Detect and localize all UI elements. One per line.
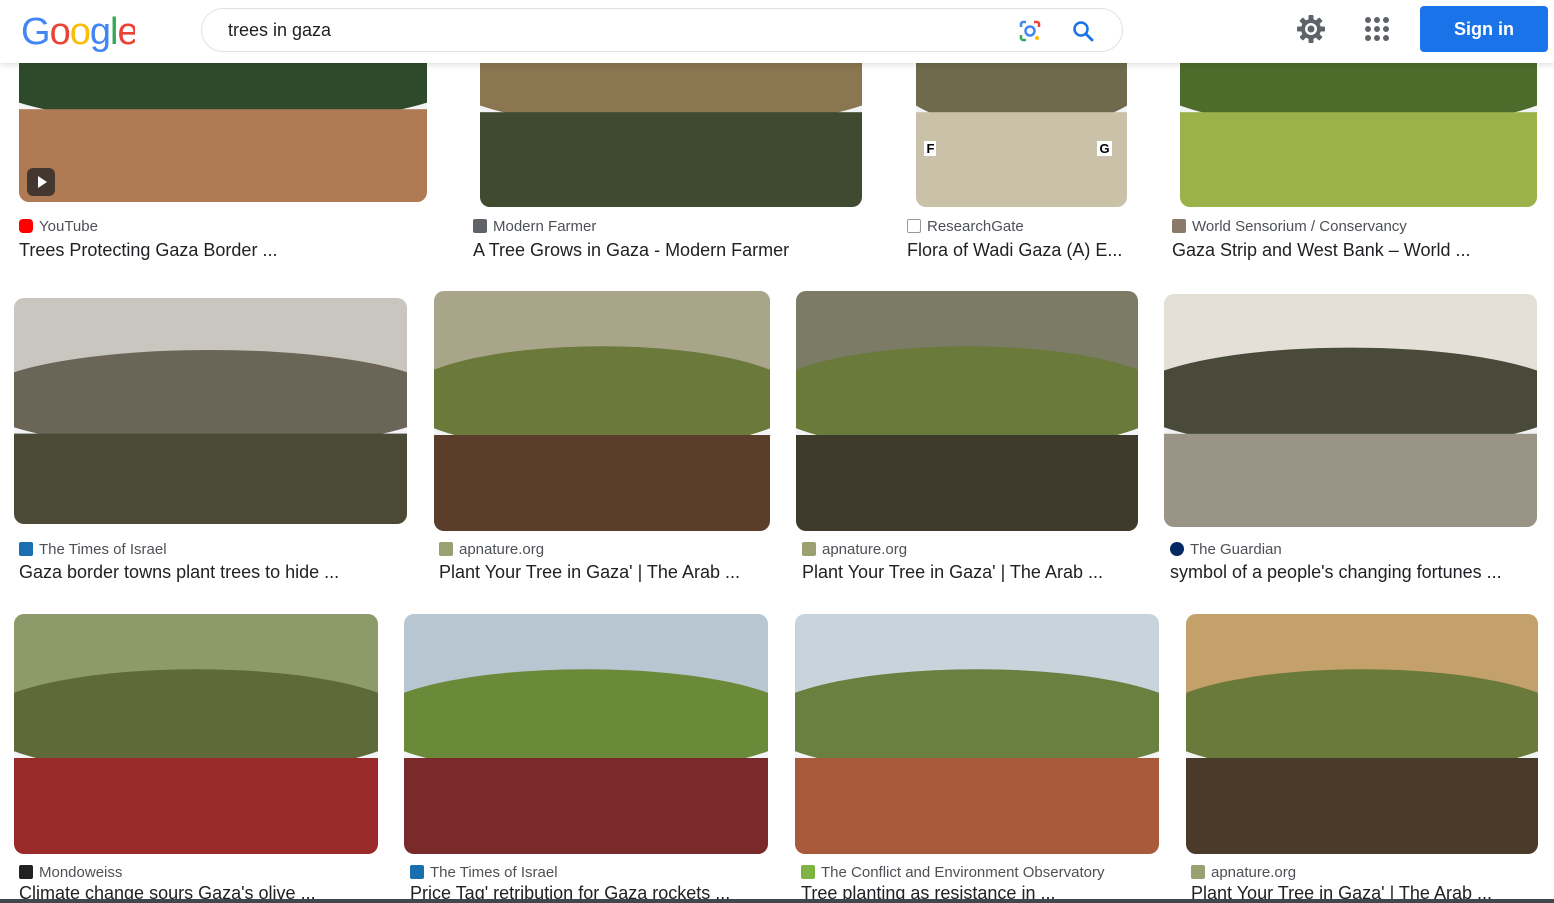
- result-source[interactable]: The Times of Israel: [410, 862, 558, 882]
- mondoweiss-favicon: [19, 865, 33, 879]
- result-title[interactable]: Gaza Strip and West Bank – World ...: [1172, 240, 1539, 264]
- result-source[interactable]: ResearchGate: [907, 216, 1024, 236]
- result-thumbnail[interactable]: [795, 614, 1159, 854]
- youtube-favicon: [19, 219, 33, 233]
- result-title[interactable]: symbol of a people's changing fortunes .…: [1170, 562, 1553, 586]
- lens-icon[interactable]: [1016, 17, 1044, 45]
- search-box: [201, 8, 1123, 52]
- result-source[interactable]: apnature.org: [439, 539, 544, 559]
- result-title[interactable]: A Tree Grows in Gaza - Modern Farmer: [473, 240, 865, 264]
- times-of-israel-favicon: [410, 865, 424, 879]
- google-logo-mark: Google: [21, 11, 139, 53]
- result-source-label: Mondoweiss: [39, 863, 123, 881]
- result-source-label: World Sensorium / Conservancy: [1192, 217, 1407, 235]
- result-source[interactable]: The Conflict and Environment Observatory: [801, 862, 1104, 882]
- result-source[interactable]: Mondoweiss: [19, 862, 122, 882]
- play-icon: [27, 168, 55, 196]
- result-thumbnail[interactable]: [796, 291, 1138, 531]
- search-input[interactable]: [228, 9, 988, 51]
- apps-grid-icon[interactable]: [1359, 11, 1395, 47]
- guardian-favicon: [1170, 542, 1184, 556]
- result-source-label: The Times of Israel: [39, 540, 167, 558]
- apnature-favicon: [1191, 865, 1205, 879]
- result-source-label: Modern Farmer: [493, 217, 597, 235]
- result-title[interactable]: Trees Protecting Gaza Border ...: [19, 240, 437, 264]
- bottom-edge-bar: [0, 899, 1554, 903]
- result-title[interactable]: Gaza border towns plant trees to hide ..…: [19, 562, 422, 586]
- result-source-label: The Conflict and Environment Observatory: [821, 863, 1105, 881]
- world-sensorium-favicon: [1172, 219, 1186, 233]
- ceobs-favicon: [801, 865, 815, 879]
- result-source-label: The Times of Israel: [430, 863, 558, 881]
- apnature-favicon: [802, 542, 816, 556]
- result-title[interactable]: Flora of Wadi Gaza (A) E...: [907, 240, 1128, 264]
- result-source[interactable]: apnature.org: [802, 539, 907, 559]
- result-thumbnail[interactable]: [1186, 614, 1538, 854]
- search-icon[interactable]: [1069, 17, 1097, 45]
- gear-icon[interactable]: [1293, 11, 1329, 47]
- figure-panel-letter: F: [924, 140, 937, 156]
- result-thumbnail[interactable]: [434, 291, 770, 531]
- result-source[interactable]: The Times of Israel: [19, 539, 167, 559]
- result-title[interactable]: Plant Your Tree in Gaza' | The Arab ...: [802, 562, 1154, 586]
- modern-farmer-favicon: [473, 219, 487, 233]
- result-thumbnail[interactable]: [14, 614, 378, 854]
- result-thumbnail[interactable]: [14, 298, 407, 524]
- result-source[interactable]: YouTube: [19, 216, 98, 236]
- result-source-label: apnature.org: [459, 540, 545, 558]
- svg-text:Google: Google: [21, 11, 135, 52]
- apnature-favicon: [439, 542, 453, 556]
- result-source-label: The Guardian: [1190, 540, 1282, 558]
- result-source-label: apnature.org: [1211, 863, 1297, 881]
- result-source-label: apnature.org: [822, 540, 908, 558]
- result-title[interactable]: Plant Your Tree in Gaza' | The Arab ...: [439, 562, 785, 586]
- researchgate-favicon: [907, 219, 921, 233]
- google-logo[interactable]: Google: [21, 10, 139, 53]
- result-source[interactable]: apnature.org: [1191, 862, 1296, 882]
- times-of-israel-favicon: [19, 542, 33, 556]
- result-thumbnail[interactable]: [1164, 294, 1537, 527]
- figure-panel-letter: G: [1097, 140, 1112, 156]
- top-bar: Google trees in gaza Sign in: [0, 0, 1554, 63]
- result-source[interactable]: World Sensorium / Conservancy: [1172, 216, 1407, 236]
- result-source[interactable]: The Guardian: [1170, 539, 1282, 559]
- result-source[interactable]: Modern Farmer: [473, 216, 596, 236]
- result-thumbnail[interactable]: [404, 614, 768, 854]
- result-source-label: YouTube: [39, 217, 98, 235]
- result-source-label: ResearchGate: [927, 217, 1024, 235]
- sign-in-button[interactable]: Sign in: [1420, 6, 1548, 52]
